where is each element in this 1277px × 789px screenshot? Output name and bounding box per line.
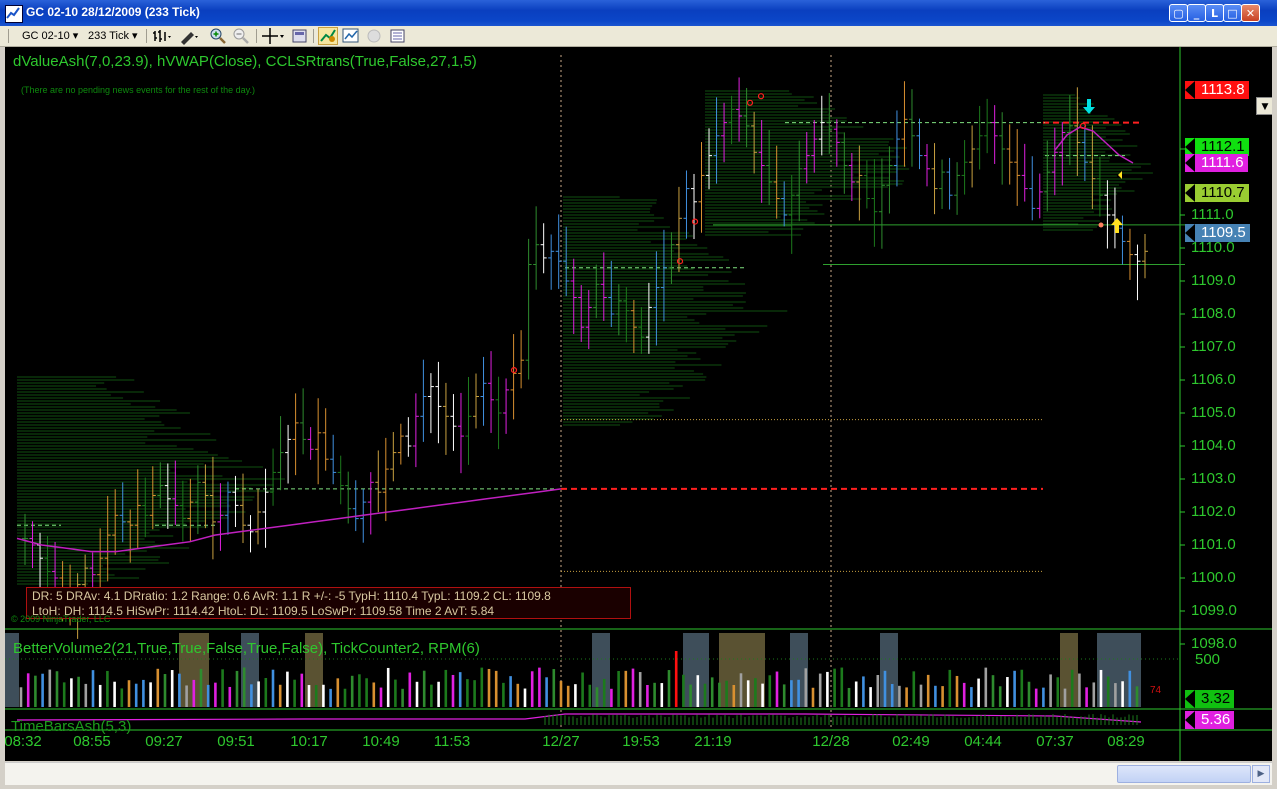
window-title: GC 02-10 28/12/2009 (233 Tick) xyxy=(26,5,200,19)
swing-marker xyxy=(691,218,699,225)
title-bar[interactable]: GC 02-10 28/12/2009 (233 Tick) ▢ _ L □ ✕ xyxy=(0,0,1277,26)
up-arrow-signal xyxy=(1111,218,1123,233)
price-tick-label: 1106.0 xyxy=(1191,371,1236,388)
price-tick-label: 1101.0 xyxy=(1191,536,1236,553)
chevron-down-icon: ▾ xyxy=(72,30,79,42)
price-tag: 1113.8 xyxy=(1185,81,1249,99)
time-tick-label: 10:17 xyxy=(290,733,328,750)
toolbar-grip xyxy=(8,29,9,43)
price-tick-label: 1100.0 xyxy=(1191,569,1236,586)
crosshair-icon[interactable] xyxy=(261,27,287,45)
time-tick-label: 08:55 xyxy=(73,733,111,750)
stats-box: DR: 5 DRAv: 4.1 DRratio: 1.2 Range: 0.6 … xyxy=(26,587,631,619)
instrument-selector[interactable]: GC 02-10 ▾ xyxy=(22,27,78,45)
properties-icon[interactable] xyxy=(291,27,309,45)
news-notice: (There are no pending news events for th… xyxy=(21,85,255,95)
volume-highlight-band xyxy=(1097,633,1141,707)
zoom-in-icon[interactable] xyxy=(209,27,227,45)
bar-type-icon[interactable] xyxy=(152,27,174,45)
period-label: 233 Tick xyxy=(88,30,129,42)
price-tick-label: 1099.0 xyxy=(1191,602,1237,619)
time-tick-label: 12/28 xyxy=(812,733,850,750)
scrollbar-thumb[interactable] xyxy=(1117,765,1251,783)
indicator-label: dValueAsh(7,0,23.9), hVWAP(Close), CCLSR… xyxy=(13,53,477,70)
volume-highlight-band xyxy=(1060,633,1078,707)
price-tick-label: 1105.0 xyxy=(1191,404,1236,421)
price-tick-label: 1109.0 xyxy=(1191,272,1236,289)
help-button[interactable]: L xyxy=(1205,4,1224,22)
time-tick-label: 10:49 xyxy=(362,733,400,750)
draw-tool-icon[interactable] xyxy=(178,27,202,45)
chevron-down-icon: ▼ xyxy=(1261,102,1269,112)
time-tick-label: 08:29 xyxy=(1107,733,1145,750)
chevron-down-icon: ▾ xyxy=(132,30,138,42)
time-tick-label: 09:51 xyxy=(217,733,255,750)
time-tick-label: 02:49 xyxy=(892,733,930,750)
signal-dot xyxy=(1098,222,1104,228)
toolbar-separator xyxy=(146,29,147,43)
price-tag: 1109.5 xyxy=(1185,224,1250,242)
time-tick-label: 12/27 xyxy=(542,733,580,750)
down-arrow-signal xyxy=(1083,99,1095,114)
price-tag: 1110.7 xyxy=(1185,184,1249,202)
data-box-icon[interactable] xyxy=(389,27,407,45)
indicators-icon[interactable] xyxy=(318,27,338,45)
price-tag: 5.36 xyxy=(1185,711,1235,729)
price-tick-label: 1098.0 xyxy=(1191,635,1237,652)
zoom-out-icon[interactable] xyxy=(232,27,250,45)
price-tag: 3.32 xyxy=(1185,690,1235,708)
timebars-line xyxy=(16,713,1142,723)
close-button[interactable]: ✕ xyxy=(1241,4,1260,22)
price-tick-label: 1108.0 xyxy=(1191,305,1236,322)
price-tick-label: 1102.0 xyxy=(1191,503,1236,520)
time-tick-label: 11:53 xyxy=(433,733,471,750)
axis-menu-button[interactable]: ▼ xyxy=(1256,97,1272,115)
stats-line-1: DR: 5 DRAv: 4.1 DRratio: 1.2 Range: 0.6 … xyxy=(32,589,551,603)
time-tick-label: 08:32 xyxy=(5,733,42,750)
app-chart-icon xyxy=(5,5,23,23)
time-tick-label: 19:53 xyxy=(622,733,660,750)
price-tick-label: 1107.0 xyxy=(1191,338,1236,355)
copyright-text: © 2009 NinjaTrader, LLC xyxy=(11,614,111,624)
time-tick-label: 09:27 xyxy=(145,733,183,750)
price-tick-label: 1103.0 xyxy=(1191,470,1236,487)
stats-line-2: LtoH: DH: 1114.5 HiSwPr: 1114.42 HtoL: D… xyxy=(32,604,495,618)
volume-tick-label: 500 xyxy=(1195,651,1221,668)
time-tick-label: 04:44 xyxy=(964,733,1002,750)
toolbar-separator xyxy=(313,29,314,43)
volume-indicator-label: BetterVolume2(21,True,True,False,True,Fa… xyxy=(13,640,480,657)
maximize-button[interactable]: □ xyxy=(1223,4,1242,22)
application-window: GC 02-10 28/12/2009 (233 Tick) ▢ _ L □ ✕… xyxy=(0,0,1277,789)
strategies-icon[interactable] xyxy=(342,27,360,45)
time-tick-label: 07:37 xyxy=(1036,733,1074,750)
time-tick-label: 21:19 xyxy=(694,733,732,750)
chart-toolbar: GC 02-10 ▾ 233 Tick ▾ xyxy=(0,26,1277,47)
restore-down-icon[interactable]: ▢ xyxy=(1169,4,1188,22)
scroll-right-arrow-icon[interactable]: ▶ xyxy=(1252,765,1270,783)
price-tick-label: 1104.0 xyxy=(1191,437,1236,454)
period-selector[interactable]: 233 Tick ▾ xyxy=(88,27,138,45)
volume-highlight-band xyxy=(880,633,898,707)
instrument-label: GC 02-10 xyxy=(22,30,70,42)
minimize-button[interactable]: _ xyxy=(1187,4,1206,22)
horizontal-scrollbar[interactable]: ▶ xyxy=(5,762,1272,785)
price-tick-label: 1111.0 xyxy=(1191,206,1234,223)
volume-highlight-band xyxy=(592,633,610,707)
signal-marker xyxy=(1118,171,1122,179)
rpm-value-label: 74 xyxy=(1150,685,1162,696)
refresh-icon[interactable] xyxy=(366,27,384,45)
toolbar-separator xyxy=(256,29,257,43)
price-tag: 1111.6 xyxy=(1185,154,1248,172)
chart-panel[interactable]: dValueAsh(7,0,23.9), hVWAP(Close), CCLSR… xyxy=(5,47,1272,761)
